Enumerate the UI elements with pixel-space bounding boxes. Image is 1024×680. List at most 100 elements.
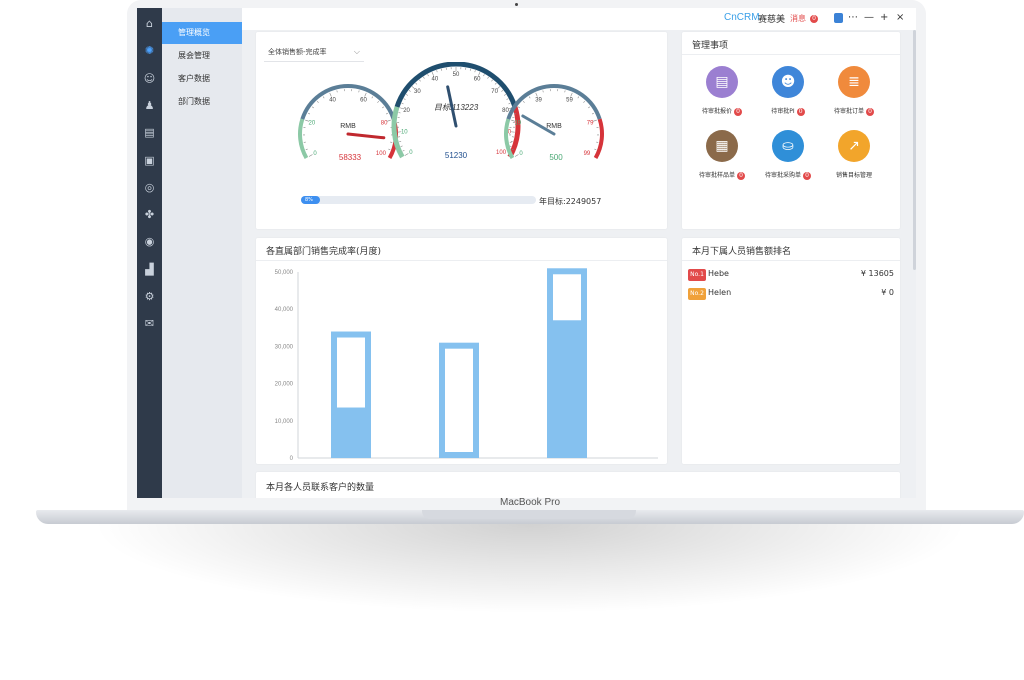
gauge-tick <box>382 106 385 109</box>
todo-item[interactable]: ▦ 待审批样品单 0 <box>692 130 752 180</box>
todo-item[interactable]: ≣ 待审批订单 0 <box>824 66 884 116</box>
basket-icon: ⛀ <box>772 130 804 162</box>
scrollbar[interactable] <box>913 30 916 270</box>
submenu-item[interactable]: 展会管理 <box>162 45 242 67</box>
bar-inner <box>445 348 473 452</box>
todo-label: 待审批报价 0 <box>692 106 752 116</box>
close-icon[interactable]: × <box>896 12 904 24</box>
laptop-mockup: ⌂ ✺ ☺ ♟ ▤ ▣ ◎ ✤ ◉ ▟ ⚙ ✉ 管理概览 展会管理 客户数据 部门数据 CnCRM 赛慈美 … <box>0 0 1024 680</box>
todo-item[interactable]: ☻ 待审批PI 0 <box>758 66 818 116</box>
gauge-tick <box>494 82 497 85</box>
icon-rail: ⌂ ✺ ☺ ♟ ▤ ▣ ◎ ✤ ◉ ▟ ⚙ ✉ <box>137 8 162 498</box>
todo-label-text: 待审批PI <box>771 108 795 115</box>
gauge-tick <box>431 71 434 76</box>
todo-item[interactable]: ⛀ 待审批采购单 0 <box>758 130 818 180</box>
dept-chart-title: 各直属部门销售完成率(月度) <box>266 247 382 257</box>
ranking-title: 本月下属人员销售额排名 <box>692 247 792 257</box>
bar-inner <box>337 337 365 408</box>
gauge-tick-label: 39 <box>535 97 542 103</box>
gauge-tick <box>570 92 573 97</box>
todo-label-text: 待审批采购单 <box>764 172 801 179</box>
sales-panel: 全体销售额-完成率 ⌵ 0 20 40 60 80 100 RMB 58333 0 10 20 30 4… <box>256 32 667 229</box>
gauge-tick <box>415 82 418 85</box>
gauge-tick <box>385 112 389 115</box>
maximize-icon[interactable]: + <box>880 12 888 24</box>
person-run-icon[interactable]: ♟ <box>142 98 157 113</box>
metric-select[interactable]: 全体销售额-完成率 ⌵ <box>264 42 364 62</box>
gauge-tick-label: 60 <box>360 97 367 103</box>
gauge-tick <box>403 98 406 100</box>
gauge-tick-label: 99 <box>584 151 591 157</box>
location-icon[interactable]: ◉ <box>142 234 157 249</box>
device-label: MacBook Pro <box>499 497 561 508</box>
bar-chart: 0 10,000 20,000 30,000 40,000 50,000 <box>275 268 658 462</box>
gauge-tick <box>316 100 319 103</box>
gauge-unit: 目标:113223 <box>434 103 479 112</box>
gauge-tick-label: 59 <box>566 97 573 103</box>
gauge-tick <box>501 90 504 92</box>
users-icon[interactable]: ☺ <box>142 71 157 86</box>
apps-icon[interactable]: ✤ <box>142 207 157 222</box>
todo-label: 待审批样品单 0 <box>692 170 752 180</box>
user-name[interactable]: 赛慈美 <box>758 12 785 25</box>
todo-item[interactable]: ↗ 销售目标管理 <box>824 130 884 179</box>
gauge-tick-label: 19 <box>515 120 522 126</box>
todo-count-badge: 0 <box>796 108 805 116</box>
todo-label-text: 待审批样品单 <box>698 172 735 179</box>
messages-link[interactable]: 消息 <box>790 13 806 24</box>
y-tick-label: 50,000 <box>275 270 294 276</box>
progress-label: 8% <box>305 197 313 203</box>
gauge-tick-label: 0 <box>519 151 523 157</box>
person-icon: ☻ <box>772 66 804 98</box>
gear-cluster-icon[interactable]: ✺ <box>142 43 157 58</box>
gauge-tick-label: 40 <box>329 97 336 103</box>
submenu-item[interactable]: 部门数据 <box>162 91 242 113</box>
y-tick-label: 10,000 <box>275 419 294 425</box>
gauge-tick <box>307 112 311 115</box>
brand-logo: CnCRM <box>724 12 760 23</box>
submenu-item[interactable]: 管理概览 <box>162 22 242 44</box>
gauge-tick <box>419 79 421 82</box>
contacts-panel: 本月各人员联系客户的数量 <box>256 472 900 498</box>
gauge-tick <box>305 148 308 150</box>
ranking-row: No.1 Hebe ¥ 13605 <box>688 268 894 282</box>
gauge-tick <box>522 100 525 103</box>
minimize-icon[interactable]: — <box>864 12 874 24</box>
submenu-item[interactable]: 客户数据 <box>162 68 242 90</box>
gauge-value: 500 <box>549 153 563 162</box>
gauge-tick <box>583 100 586 103</box>
box-icon: ▦ <box>706 130 738 162</box>
laptop-notch <box>422 510 636 519</box>
ranking-row: No.2 Helen ¥ 0 <box>688 287 894 301</box>
gauge-tick <box>406 94 409 96</box>
gauge-unit: RMB <box>546 123 562 130</box>
y-tick-label: 0 <box>290 456 294 462</box>
gauge-tick-label: 0 <box>409 150 413 156</box>
gauge-tick <box>594 148 597 150</box>
gauge-arc <box>593 118 604 159</box>
gauge-tick-label: 60 <box>474 76 481 82</box>
gauge-tick <box>535 92 538 97</box>
bar-chart-icon[interactable]: ▟ <box>142 262 157 277</box>
todo-item[interactable]: ▤ 待审批报价 0 <box>692 66 752 116</box>
badge-icon[interactable] <box>834 13 843 23</box>
clipboard-icon[interactable]: ▣ <box>142 153 157 168</box>
gauge-tick <box>423 76 425 79</box>
trend-icon: ↗ <box>838 130 870 162</box>
settings-icon[interactable]: ⚙ <box>142 289 157 304</box>
gauge-tick-label: 10 <box>401 129 408 135</box>
gauge-tick-label: 30 <box>414 89 421 95</box>
gauge-unit: RMB <box>340 123 356 130</box>
target-icon[interactable]: ◎ <box>142 180 157 195</box>
more-icon[interactable]: ⋯ <box>848 12 858 24</box>
gauge-arc <box>506 84 602 120</box>
gauge-tick <box>386 119 391 122</box>
gauge-tick <box>491 79 493 82</box>
list-icon: ≣ <box>838 66 870 98</box>
home-icon[interactable]: ⌂ <box>142 16 157 31</box>
gauge-tick <box>371 96 374 99</box>
gauge-tick-label: 70 <box>491 89 498 95</box>
bar-inner <box>553 274 581 321</box>
mail-icon[interactable]: ✉ <box>142 316 157 331</box>
document-icon[interactable]: ▤ <box>142 125 157 140</box>
